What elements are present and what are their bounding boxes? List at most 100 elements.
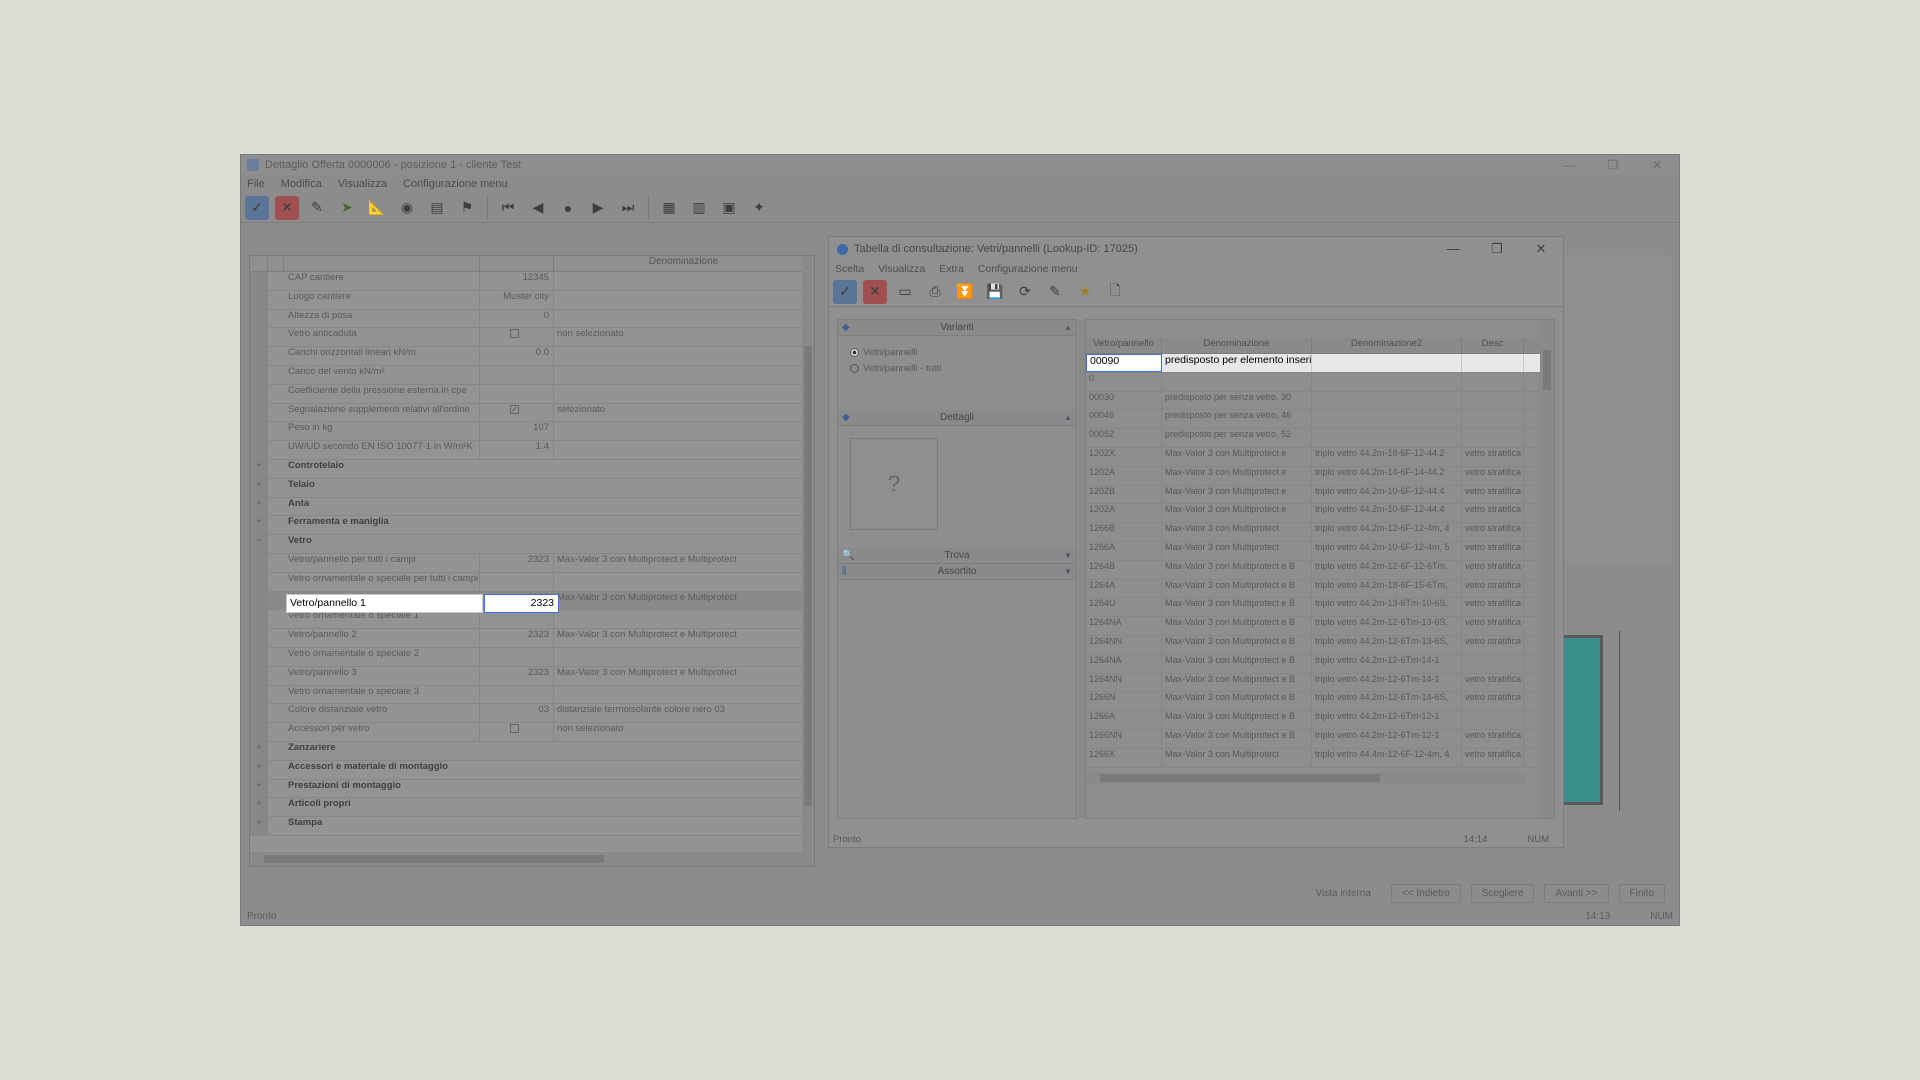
grid-property-row[interactable]: Vetro/pannello per tutti i campi 2323 Max-…	[250, 553, 814, 573]
dialog-menu-visualizza[interactable]: Visualizza	[878, 263, 925, 275]
property-value[interactable]: Muster city	[480, 290, 554, 309]
property-value[interactable]	[480, 479, 554, 497]
maximize-button[interactable]: ❐	[1591, 158, 1635, 172]
grid-property-row[interactable]: Carico del vento kN/m²	[250, 365, 814, 385]
lookup-row[interactable]: 1264NN Max-Valor 3 con Multiprotect e Btr…	[1086, 673, 1554, 693]
dialog-ok-icon[interactable]: ✓	[833, 279, 857, 304]
lookup-row[interactable]: 1202X Max-Valor 3 con Multiprotect e tripl…	[1086, 447, 1554, 467]
dialog-menu-extra[interactable]: Extra	[939, 263, 964, 275]
grid-property-row[interactable]: Vetro/pannello 2 2323 Max-Valor 3 con Mult…	[250, 629, 814, 648]
menu-file[interactable]: File	[247, 178, 265, 190]
close-button[interactable]: ✕	[1635, 158, 1679, 172]
property-value[interactable]	[480, 365, 554, 384]
details-collapse-icon[interactable]: ▲	[1064, 413, 1072, 422]
lookup-row[interactable]: 1266A Max-Valor 3 con Multiprotect triplo …	[1086, 541, 1554, 561]
wizard-icon[interactable]: ✦	[747, 196, 771, 220]
property-value[interactable]	[480, 780, 554, 798]
grid-group-row[interactable]: + Ferramenta e maniglia	[250, 516, 814, 536]
record-icon[interactable]: ●	[556, 196, 580, 220]
edit-row-value-input[interactable]: 2323	[484, 594, 559, 613]
table-vertical-scrollbar[interactable]	[1540, 320, 1554, 818]
star-icon[interactable]: ★	[1073, 280, 1097, 304]
radio-off-icon[interactable]	[850, 363, 859, 373]
grid-property-row[interactable]: UW/UD secondo EN ISO 10077-1 in W/m²K 1.4	[250, 441, 814, 460]
property-value[interactable]	[480, 817, 554, 835]
lookup-row[interactable]: 00052 predisposto per senza vetro, 52	[1086, 429, 1554, 448]
property-value[interactable]	[480, 610, 554, 629]
property-value[interactable]	[480, 535, 554, 553]
lookup-row[interactable]: 1264NA Max-Valor 3 con Multiprotect e Btr…	[1086, 617, 1554, 636]
ok-icon[interactable]: ✓	[245, 195, 269, 220]
expand-icon[interactable]: +	[250, 516, 268, 535]
property-value[interactable]	[480, 723, 554, 741]
grid-group-row[interactable]: + Stampa	[250, 817, 814, 836]
property-value[interactable]	[480, 742, 554, 760]
property-value[interactable]	[480, 685, 554, 704]
expand-icon[interactable]: +	[250, 760, 268, 779]
expand-icon[interactable]: +	[250, 459, 268, 478]
ruler-icon[interactable]: 📐	[365, 196, 389, 220]
search-collapse-icon[interactable]: ▼	[1064, 551, 1072, 560]
property-value[interactable]	[480, 328, 554, 347]
grid-group-row[interactable]: − Vetro	[250, 535, 814, 554]
save-icon[interactable]: 💾	[983, 280, 1007, 304]
grid-group-row[interactable]: + Controtelaio	[250, 459, 814, 479]
checkbox-unchecked[interactable]	[510, 329, 519, 339]
pen-icon[interactable]: ✎	[1043, 280, 1067, 304]
cell-code[interactable]: 00090	[1086, 354, 1162, 372]
print-icon[interactable]: ⎙	[923, 280, 947, 304]
grid-group-row[interactable]: + Zanzariere	[250, 741, 814, 761]
col-denominazione[interactable]: Denominazione	[1162, 338, 1312, 353]
flags-icon[interactable]: ⚑	[455, 196, 479, 220]
cancel-icon[interactable]: ✕	[275, 195, 299, 220]
property-value[interactable]	[480, 498, 554, 516]
property-value[interactable]: ✓	[480, 403, 554, 422]
grid-property-row[interactable]: Accessori per vetro non selezionato	[250, 723, 814, 742]
collapse-icon[interactable]: −	[250, 535, 268, 553]
dialog-cancel-icon[interactable]: ✕	[863, 279, 887, 304]
property-value[interactable]	[480, 798, 554, 816]
layout-1-icon[interactable]: ▦	[657, 196, 681, 220]
lookup-row[interactable]: 1202A Max-Valor 3 con Multiprotect e tripl…	[1086, 466, 1554, 486]
property-value[interactable]: 2323	[480, 666, 554, 685]
assort-header[interactable]: ⫼ Assortito ▼	[838, 564, 1076, 580]
expand-icon[interactable]: +	[250, 779, 268, 798]
radio-on-icon[interactable]	[850, 347, 859, 357]
variants-pin-icon[interactable]: ◆	[842, 322, 850, 333]
property-value[interactable]: 0.0	[480, 347, 554, 365]
col-denominazione2[interactable]: Denominazione2	[1312, 338, 1462, 353]
expand-icon[interactable]: +	[250, 798, 268, 817]
property-value[interactable]: 03	[480, 704, 554, 723]
radio-vetri-pannelli[interactable]: Vetri/pannelli	[838, 344, 1076, 360]
grid-property-row[interactable]: Segnalazione supplementi relativi all'or…	[250, 403, 814, 423]
lookup-row[interactable]: 1266NN Max-Valor 3 con Multiprotect e Btr…	[1086, 729, 1554, 749]
radio-vetri-pannelli-tutti[interactable]: Vetri/pannelli - tutti	[838, 360, 1076, 376]
finish-button[interactable]: Finito	[1618, 883, 1665, 903]
grid-property-row[interactable]: Vetro ornamentale o speciale per tutti i…	[250, 572, 814, 592]
details-pin-icon[interactable]: ◆	[842, 412, 850, 423]
lookup-row[interactable]: 1264U Max-Valor 3 con Multiprotect e Btri…	[1086, 598, 1554, 618]
lookup-row[interactable]: 1266A Max-Valor 3 con Multiprotect e Btri…	[1086, 711, 1554, 730]
dialog-menu-scelta[interactable]: Scelta	[835, 263, 864, 275]
lookup-row[interactable]: 1264NA Max-Valor 3 con Multiprotect e Btr…	[1086, 654, 1554, 674]
refresh-icon[interactable]: ⟳	[1013, 280, 1037, 304]
menu-visualizza[interactable]: Visualizza	[338, 178, 387, 190]
grid-property-row[interactable]: Vetro anticaduta non selezionato	[250, 328, 814, 348]
col-desc[interactable]: Desc	[1462, 338, 1524, 353]
layout-3-icon[interactable]: ▣	[717, 196, 741, 220]
dialog-close-button[interactable]: ✕	[1519, 241, 1563, 257]
prev-icon[interactable]: ◀	[526, 196, 550, 220]
property-value[interactable]	[480, 460, 554, 478]
search-header[interactable]: 🔍 Trova ▼	[838, 548, 1076, 564]
lookup-row-selected[interactable]: 00090 predisposto per elemento inserit	[1086, 354, 1554, 373]
grid-group-row[interactable]: + Prestazioni di montaggio	[250, 779, 814, 799]
arrow-icon[interactable]: ➤	[335, 196, 359, 220]
expand-icon[interactable]: +	[250, 817, 268, 835]
grid-group-row[interactable]: + Accessori e materiale di montaggio	[250, 760, 814, 780]
document-icon[interactable]: ▤	[425, 196, 449, 220]
dialog-minimize-button[interactable]: —	[1431, 241, 1475, 257]
grid-property-row[interactable]: CAP cantiere 12345	[250, 272, 814, 291]
lookup-row[interactable]: 00030 predisposto per senza vetro, 30	[1086, 391, 1554, 411]
grid-group-row[interactable]: + Telaio	[250, 478, 814, 498]
next-icon[interactable]: ▶	[586, 196, 610, 220]
